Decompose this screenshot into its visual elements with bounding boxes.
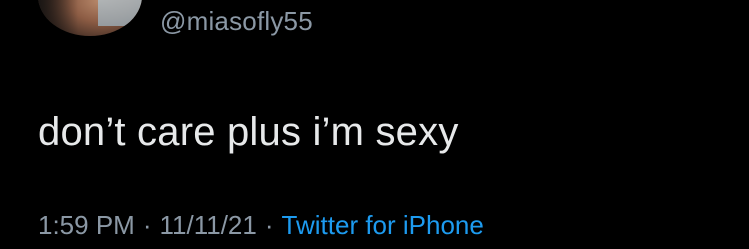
avatar[interactable] bbox=[38, 0, 142, 36]
avatar-shade bbox=[38, 0, 78, 36]
tweet-time[interactable]: 1:59 PM bbox=[38, 210, 135, 240]
tweet-date[interactable]: 11/11/21 bbox=[160, 210, 257, 240]
tweet-source-link[interactable]: Twitter for iPhone bbox=[282, 210, 484, 240]
tweet-text: don’t care plus i’m sexy bbox=[38, 110, 459, 154]
avatar-highlight bbox=[98, 0, 142, 26]
user-handle[interactable]: @miasofly55 bbox=[160, 6, 313, 37]
meta-separator: · bbox=[142, 210, 152, 240]
meta-separator-2: · bbox=[264, 210, 274, 240]
tweet-meta: 1:59 PM · 11/11/21 · Twitter for iPhone bbox=[38, 210, 484, 241]
